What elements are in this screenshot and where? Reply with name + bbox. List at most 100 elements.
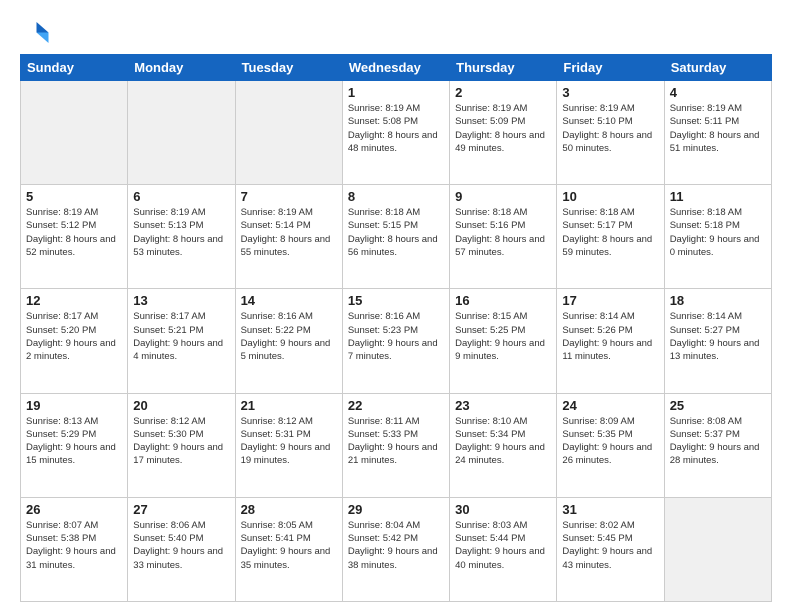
weekday-header-row: SundayMondayTuesdayWednesdayThursdayFrid…	[21, 55, 772, 81]
day-info: Sunrise: 8:09 AMSunset: 5:35 PMDaylight:…	[562, 415, 658, 468]
day-number: 26	[26, 502, 122, 517]
day-number: 29	[348, 502, 444, 517]
day-info: Sunrise: 8:19 AMSunset: 5:08 PMDaylight:…	[348, 102, 444, 155]
day-info: Sunrise: 8:05 AMSunset: 5:41 PMDaylight:…	[241, 519, 337, 572]
day-number: 21	[241, 398, 337, 413]
day-number: 20	[133, 398, 229, 413]
day-info: Sunrise: 8:04 AMSunset: 5:42 PMDaylight:…	[348, 519, 444, 572]
calendar-table: SundayMondayTuesdayWednesdayThursdayFrid…	[20, 54, 772, 602]
week-row-1: 1 Sunrise: 8:19 AMSunset: 5:08 PMDaylight…	[21, 81, 772, 185]
day-info: Sunrise: 8:19 AMSunset: 5:11 PMDaylight:…	[670, 102, 766, 155]
day-cell: 12 Sunrise: 8:17 AMSunset: 5:20 PMDayligh…	[21, 289, 128, 393]
day-cell: 22 Sunrise: 8:11 AMSunset: 5:33 PMDayligh…	[342, 393, 449, 497]
day-cell: 27 Sunrise: 8:06 AMSunset: 5:40 PMDayligh…	[128, 497, 235, 601]
day-info: Sunrise: 8:11 AMSunset: 5:33 PMDaylight:…	[348, 415, 444, 468]
day-cell: 6 Sunrise: 8:19 AMSunset: 5:13 PMDaylight…	[128, 185, 235, 289]
weekday-header-monday: Monday	[128, 55, 235, 81]
day-number: 19	[26, 398, 122, 413]
day-cell: 2 Sunrise: 8:19 AMSunset: 5:09 PMDaylight…	[450, 81, 557, 185]
day-info: Sunrise: 8:18 AMSunset: 5:16 PMDaylight:…	[455, 206, 551, 259]
day-number: 27	[133, 502, 229, 517]
day-info: Sunrise: 8:19 AMSunset: 5:13 PMDaylight:…	[133, 206, 229, 259]
day-info: Sunrise: 8:17 AMSunset: 5:20 PMDaylight:…	[26, 310, 122, 363]
day-info: Sunrise: 8:17 AMSunset: 5:21 PMDaylight:…	[133, 310, 229, 363]
day-info: Sunrise: 8:14 AMSunset: 5:27 PMDaylight:…	[670, 310, 766, 363]
day-number: 5	[26, 189, 122, 204]
day-info: Sunrise: 8:13 AMSunset: 5:29 PMDaylight:…	[26, 415, 122, 468]
day-info: Sunrise: 8:19 AMSunset: 5:14 PMDaylight:…	[241, 206, 337, 259]
week-row-3: 12 Sunrise: 8:17 AMSunset: 5:20 PMDayligh…	[21, 289, 772, 393]
day-number: 8	[348, 189, 444, 204]
day-cell	[21, 81, 128, 185]
day-number: 13	[133, 293, 229, 308]
day-cell: 28 Sunrise: 8:05 AMSunset: 5:41 PMDayligh…	[235, 497, 342, 601]
day-number: 18	[670, 293, 766, 308]
logo-icon	[20, 16, 50, 46]
day-info: Sunrise: 8:18 AMSunset: 5:18 PMDaylight:…	[670, 206, 766, 259]
day-number: 7	[241, 189, 337, 204]
day-cell	[235, 81, 342, 185]
day-number: 1	[348, 85, 444, 100]
day-number: 2	[455, 85, 551, 100]
day-info: Sunrise: 8:07 AMSunset: 5:38 PMDaylight:…	[26, 519, 122, 572]
day-cell: 26 Sunrise: 8:07 AMSunset: 5:38 PMDayligh…	[21, 497, 128, 601]
weekday-header-wednesday: Wednesday	[342, 55, 449, 81]
weekday-header-sunday: Sunday	[21, 55, 128, 81]
logo	[20, 16, 54, 46]
day-info: Sunrise: 8:15 AMSunset: 5:25 PMDaylight:…	[455, 310, 551, 363]
day-number: 12	[26, 293, 122, 308]
day-number: 23	[455, 398, 551, 413]
day-info: Sunrise: 8:18 AMSunset: 5:15 PMDaylight:…	[348, 206, 444, 259]
day-number: 4	[670, 85, 766, 100]
day-number: 11	[670, 189, 766, 204]
page: SundayMondayTuesdayWednesdayThursdayFrid…	[0, 0, 792, 612]
day-cell: 11 Sunrise: 8:18 AMSunset: 5:18 PMDayligh…	[664, 185, 771, 289]
day-cell: 19 Sunrise: 8:13 AMSunset: 5:29 PMDayligh…	[21, 393, 128, 497]
week-row-4: 19 Sunrise: 8:13 AMSunset: 5:29 PMDayligh…	[21, 393, 772, 497]
day-cell: 9Sunrise: 8:18 AMSunset: 5:16 PMDaylight…	[450, 185, 557, 289]
week-row-5: 26 Sunrise: 8:07 AMSunset: 5:38 PMDayligh…	[21, 497, 772, 601]
week-row-2: 5 Sunrise: 8:19 AMSunset: 5:12 PMDaylight…	[21, 185, 772, 289]
day-number: 6	[133, 189, 229, 204]
day-cell: 24 Sunrise: 8:09 AMSunset: 5:35 PMDayligh…	[557, 393, 664, 497]
day-number: 31	[562, 502, 658, 517]
day-number: 24	[562, 398, 658, 413]
day-cell: 23 Sunrise: 8:10 AMSunset: 5:34 PMDayligh…	[450, 393, 557, 497]
day-cell: 21Sunrise: 8:12 AMSunset: 5:31 PMDayligh…	[235, 393, 342, 497]
day-cell: 18 Sunrise: 8:14 AMSunset: 5:27 PMDayligh…	[664, 289, 771, 393]
day-cell: 8 Sunrise: 8:18 AMSunset: 5:15 PMDaylight…	[342, 185, 449, 289]
day-number: 3	[562, 85, 658, 100]
day-cell: 17Sunrise: 8:14 AMSunset: 5:26 PMDayligh…	[557, 289, 664, 393]
day-number: 22	[348, 398, 444, 413]
day-number: 25	[670, 398, 766, 413]
day-number: 14	[241, 293, 337, 308]
day-number: 10	[562, 189, 658, 204]
day-number: 28	[241, 502, 337, 517]
day-info: Sunrise: 8:12 AMSunset: 5:30 PMDaylight:…	[133, 415, 229, 468]
day-cell: 25Sunrise: 8:08 AMSunset: 5:37 PMDayligh…	[664, 393, 771, 497]
day-info: Sunrise: 8:18 AMSunset: 5:17 PMDaylight:…	[562, 206, 658, 259]
day-number: 30	[455, 502, 551, 517]
day-cell: 4 Sunrise: 8:19 AMSunset: 5:11 PMDaylight…	[664, 81, 771, 185]
day-info: Sunrise: 8:19 AMSunset: 5:12 PMDaylight:…	[26, 206, 122, 259]
day-cell: 10 Sunrise: 8:18 AMSunset: 5:17 PMDayligh…	[557, 185, 664, 289]
day-cell: 7 Sunrise: 8:19 AMSunset: 5:14 PMDaylight…	[235, 185, 342, 289]
day-cell: 15 Sunrise: 8:16 AMSunset: 5:23 PMDayligh…	[342, 289, 449, 393]
day-info: Sunrise: 8:02 AMSunset: 5:45 PMDaylight:…	[562, 519, 658, 572]
day-cell: 20 Sunrise: 8:12 AMSunset: 5:30 PMDayligh…	[128, 393, 235, 497]
header	[20, 16, 772, 46]
day-cell: 29 Sunrise: 8:04 AMSunset: 5:42 PMDayligh…	[342, 497, 449, 601]
day-info: Sunrise: 8:16 AMSunset: 5:22 PMDaylight:…	[241, 310, 337, 363]
day-info: Sunrise: 8:06 AMSunset: 5:40 PMDaylight:…	[133, 519, 229, 572]
day-cell	[664, 497, 771, 601]
day-number: 15	[348, 293, 444, 308]
day-info: Sunrise: 8:19 AMSunset: 5:09 PMDaylight:…	[455, 102, 551, 155]
day-cell: 3Sunrise: 8:19 AMSunset: 5:10 PMDaylight…	[557, 81, 664, 185]
day-info: Sunrise: 8:10 AMSunset: 5:34 PMDaylight:…	[455, 415, 551, 468]
day-cell: 5 Sunrise: 8:19 AMSunset: 5:12 PMDaylight…	[21, 185, 128, 289]
day-info: Sunrise: 8:03 AMSunset: 5:44 PMDaylight:…	[455, 519, 551, 572]
weekday-header-tuesday: Tuesday	[235, 55, 342, 81]
day-number: 16	[455, 293, 551, 308]
day-info: Sunrise: 8:16 AMSunset: 5:23 PMDaylight:…	[348, 310, 444, 363]
day-cell: 16 Sunrise: 8:15 AMSunset: 5:25 PMDayligh…	[450, 289, 557, 393]
